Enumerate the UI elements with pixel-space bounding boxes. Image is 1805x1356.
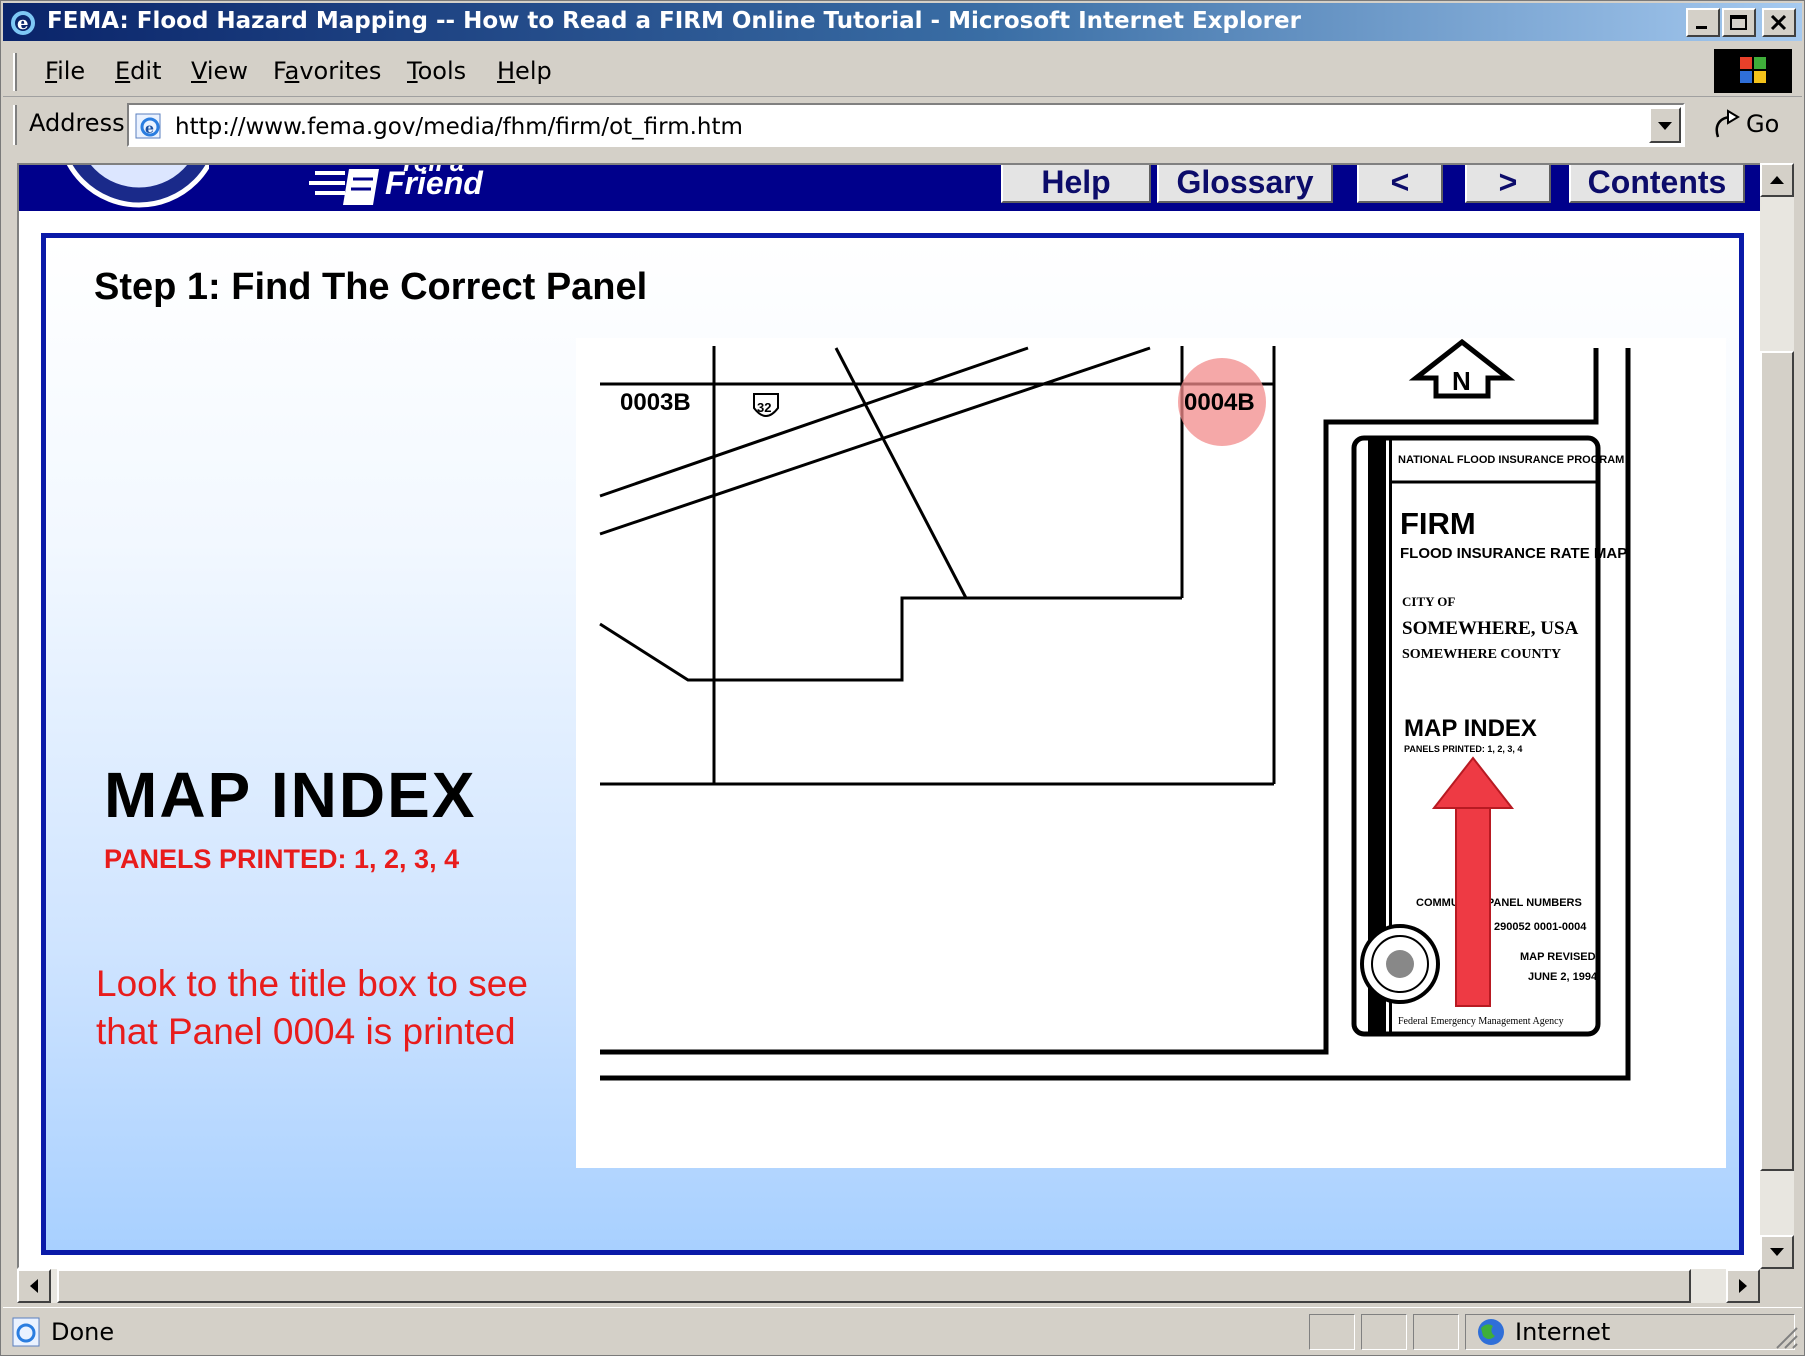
firm-label: FIRM — [1400, 506, 1476, 541]
scroll-right-button[interactable] — [1726, 1269, 1760, 1303]
status-pane — [1361, 1314, 1407, 1350]
firm-map-illustration: 0003B 0004B 32 N NATIONAL FLOOD INSURANC… — [576, 338, 1726, 1168]
chevron-left-icon — [30, 1279, 38, 1293]
instruction-text: Look to the title box to see that Panel … — [96, 963, 528, 1052]
horizontal-scrollbar[interactable] — [17, 1269, 1760, 1303]
menu-bar: File Edit View Favorites Tools Help — [3, 45, 1802, 97]
scroll-down-button[interactable] — [1760, 1235, 1794, 1269]
status-pane — [1309, 1314, 1355, 1350]
chevron-down-icon — [1770, 1248, 1784, 1256]
fema-header: Tell a Friend Help Glossary < > Contents — [19, 165, 1760, 211]
title-bar[interactable]: e FEMA: Flood Hazard Mapping -- How to R… — [3, 3, 1802, 41]
resize-grip-icon[interactable] — [1771, 1322, 1799, 1350]
route-shield-number: 32 — [757, 400, 771, 415]
scroll-left-button[interactable] — [17, 1269, 51, 1303]
page-viewport: Tell a Friend Help Glossary < > Contents… — [17, 163, 1762, 1269]
internet-globe-icon — [1478, 1319, 1504, 1345]
address-label: Address — [29, 109, 125, 137]
status-text: Done — [51, 1318, 115, 1346]
title-box-map-index: MAP INDEX — [1404, 715, 1537, 742]
menu-edit[interactable]: Edit — [115, 57, 161, 85]
security-zone-text: Internet — [1515, 1318, 1611, 1346]
map-index-heading: MAP INDEX — [104, 759, 477, 831]
address-bar: Address e http://www.fema.gov/media/fhm/… — [3, 99, 1802, 151]
go-label: Go — [1746, 110, 1780, 138]
agency-label: Federal Emergency Management Agency — [1398, 1016, 1564, 1027]
maximize-button[interactable] — [1722, 8, 1756, 37]
city-of-label: CITY OF — [1402, 594, 1455, 609]
chevron-up-icon — [1770, 176, 1784, 184]
north-label: N — [1452, 366, 1471, 396]
address-input[interactable]: e http://www.fema.gov/media/fhm/firm/ot_… — [127, 103, 1685, 147]
county-label: SOMEWHERE COUNTY — [1402, 647, 1561, 662]
horizontal-scroll-thumb[interactable] — [57, 1269, 1691, 1303]
next-nav-button[interactable]: > — [1465, 165, 1551, 203]
help-nav-button[interactable]: Help — [1001, 165, 1151, 203]
browser-window: e FEMA: Flood Hazard Mapping -- How to R… — [0, 0, 1805, 1356]
chevron-right-icon — [1739, 1279, 1747, 1293]
toolbar-grip[interactable] — [13, 105, 17, 145]
menu-help[interactable]: Help — [497, 57, 552, 85]
menu-favorites[interactable]: Favorites — [273, 57, 381, 85]
firm-title-box: NATIONAL FLOOD INSURANCE PROGRAM FIRM FL… — [1351, 435, 1627, 1037]
menu-view[interactable]: View — [191, 57, 248, 85]
route-shield-icon: 32 — [753, 393, 779, 417]
close-button[interactable] — [1762, 8, 1796, 37]
close-icon — [1770, 15, 1787, 31]
page-ie-icon: e — [135, 113, 161, 139]
ie-logo-icon: e — [11, 11, 35, 35]
glossary-nav-button[interactable]: Glossary — [1157, 165, 1333, 203]
minimize-icon — [1696, 26, 1707, 29]
fema-seal-small-icon — [1360, 924, 1440, 1004]
chevron-down-icon — [1658, 122, 1672, 130]
menu-tools[interactable]: Tools — [407, 57, 466, 85]
contents-nav-button[interactable]: Contents — [1569, 165, 1745, 203]
minimize-button[interactable] — [1686, 8, 1720, 37]
vertical-scrollbar[interactable] — [1760, 163, 1794, 1269]
address-dropdown-button[interactable] — [1649, 107, 1681, 143]
firm-full-label: FLOOD INSURANCE RATE MAP — [1400, 545, 1627, 562]
maximize-icon — [1730, 15, 1747, 30]
community-panel-label: COMMUNITY-PANEL NUMBERS — [1416, 897, 1582, 909]
panel-0004b-label: 0004B — [1184, 389, 1255, 416]
nfip-label: NATIONAL FLOOD INSURANCE PROGRAM — [1398, 454, 1624, 466]
status-pane — [1413, 1314, 1459, 1350]
menu-file[interactable]: File — [45, 57, 85, 85]
panel-0003b-label: 0003B — [620, 389, 691, 416]
page-done-icon — [12, 1317, 40, 1347]
community-panel-number: 290052 0001-0004 — [1494, 921, 1587, 933]
address-url: http://www.fema.gov/media/fhm/firm/ot_fi… — [175, 114, 743, 140]
svg-text:e: e — [145, 121, 154, 137]
tutorial-frame: Step 1: Find The Correct Panel MAP INDEX… — [41, 233, 1744, 1255]
svg-text:e: e — [17, 13, 28, 34]
window-title: FEMA: Flood Hazard Mapping -- How to Rea… — [47, 8, 1301, 34]
windows-logo-throbber — [1714, 49, 1792, 93]
map-revised-label: MAP REVISED: — [1520, 951, 1599, 963]
step-title: Step 1: Find The Correct Panel — [94, 266, 648, 308]
tell-a-friend-icon — [309, 169, 379, 205]
go-arrow-icon — [1715, 109, 1740, 138]
toolbar-grip[interactable] — [13, 53, 17, 91]
title-box-panels-printed: PANELS PRINTED: 1, 2, 3, 4 — [1404, 744, 1522, 754]
scroll-up-button[interactable] — [1760, 163, 1794, 197]
tell-a-friend-link[interactable]: Friend — [385, 165, 483, 202]
vertical-scroll-thumb[interactable] — [1760, 351, 1794, 1171]
status-bar: Done Internet — [3, 1307, 1802, 1353]
panels-printed-label: PANELS PRINTED: 1, 2, 3, 4 — [104, 844, 460, 874]
map-revised-date: JUNE 2, 1994 — [1528, 971, 1598, 983]
fema-seal-icon — [66, 165, 209, 208]
go-button[interactable]: Go — [1708, 105, 1794, 145]
windows-logo-icon — [1740, 57, 1766, 83]
prev-nav-button[interactable]: < — [1357, 165, 1443, 203]
city-label: SOMEWHERE, USA — [1402, 618, 1579, 639]
